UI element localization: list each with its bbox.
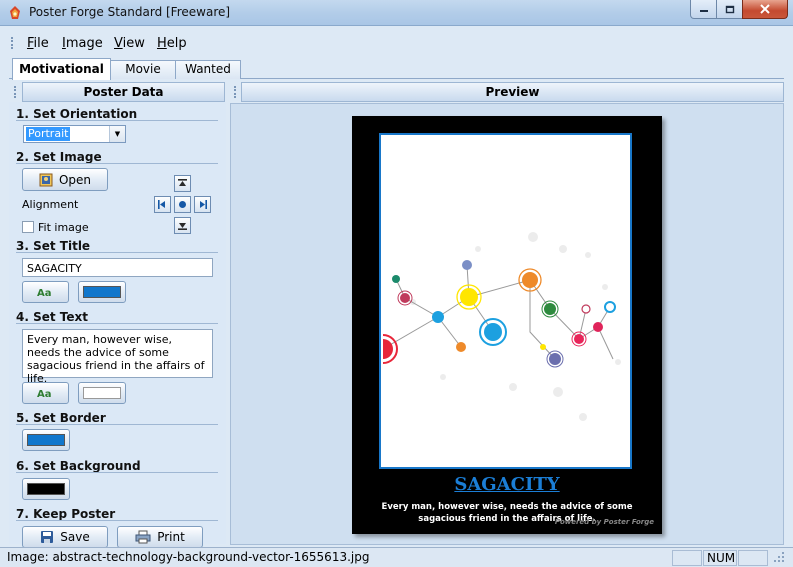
border-color-swatch xyxy=(27,434,65,446)
menu-grip[interactable] xyxy=(11,37,13,49)
text-input[interactable]: Every man, however wise, needs the advic… xyxy=(22,329,213,385)
resize-grip-icon xyxy=(774,552,784,562)
divider xyxy=(16,120,218,121)
poster-border xyxy=(379,133,632,469)
poster-data-grip[interactable] xyxy=(14,86,16,98)
print-button[interactable]: Print xyxy=(117,526,203,548)
poster: SAGACITY Every man, however wise, needs … xyxy=(352,116,662,534)
svg-text:Aa: Aa xyxy=(37,288,52,298)
window-title: Poster Forge Standard [Freeware] xyxy=(29,5,231,19)
divider xyxy=(16,520,218,521)
save-icon xyxy=(41,531,54,543)
font-icon: Aa xyxy=(37,288,52,298)
background-color-swatch xyxy=(27,483,65,495)
tab-motivational[interactable]: Motivational xyxy=(12,58,111,80)
font-icon: Aa xyxy=(37,389,52,399)
poster-title: SAGACITY xyxy=(454,474,560,495)
resize-grip[interactable] xyxy=(769,550,789,566)
align-top-button[interactable] xyxy=(174,175,191,192)
background-title: 6. Set Background xyxy=(16,459,141,473)
title-color-button[interactable] xyxy=(78,281,126,303)
chevron-down-icon[interactable]: ▼ xyxy=(109,126,125,142)
printer-icon xyxy=(135,530,151,544)
background-color-button[interactable] xyxy=(22,478,70,500)
menu-help[interactable]: Help xyxy=(157,36,187,51)
divider xyxy=(16,424,218,425)
menu-file[interactable]: File xyxy=(27,36,49,51)
divider xyxy=(16,323,218,324)
svg-text:Aa: Aa xyxy=(37,389,52,399)
border-color-button[interactable] xyxy=(22,429,70,451)
title-color-swatch xyxy=(83,286,121,298)
align-center-icon xyxy=(179,201,186,208)
menu-bar: File Image View Help xyxy=(0,27,793,58)
status-image: Image: abstract-technology-background-ve… xyxy=(7,550,370,564)
divider xyxy=(16,163,218,164)
text-font-button[interactable]: Aa xyxy=(22,382,69,404)
text-section-title: 4. Set Text xyxy=(16,310,88,324)
align-top-icon xyxy=(178,179,187,186)
network-graphic xyxy=(383,232,621,421)
align-left-icon xyxy=(158,200,165,209)
poster-data-header: Poster Data xyxy=(22,82,225,102)
image-title: 2. Set Image xyxy=(16,150,102,164)
border-title: 5. Set Border xyxy=(16,411,106,425)
minimize-icon xyxy=(699,10,708,12)
minimize-button[interactable] xyxy=(690,0,717,19)
menu-image[interactable]: Image xyxy=(62,36,103,51)
alignment-label: Alignment xyxy=(22,198,79,211)
preview-panel: SAGACITY Every man, however wise, needs … xyxy=(230,103,784,545)
title-input[interactable]: SAGACITY xyxy=(22,258,213,277)
picture-icon xyxy=(39,173,53,186)
align-bottom-icon xyxy=(178,223,187,230)
text-color-swatch xyxy=(83,387,121,399)
divider xyxy=(16,472,218,473)
status-pane-empty-1 xyxy=(672,550,702,566)
align-bottom-button[interactable] xyxy=(174,217,191,234)
poster-image xyxy=(383,137,628,465)
keep-title: 7. Keep Poster xyxy=(16,507,116,521)
menu-view[interactable]: View xyxy=(114,36,145,51)
poster-data-panel: 1. Set Orientation Portrait ▼ 2. Set Ima… xyxy=(9,102,226,548)
maximize-button[interactable] xyxy=(716,0,743,19)
close-icon xyxy=(760,4,770,14)
orientation-title: 1. Set Orientation xyxy=(16,107,138,121)
open-label: Open xyxy=(58,172,92,187)
orientation-value: Portrait xyxy=(26,127,71,141)
tab-movie[interactable]: Movie xyxy=(110,60,176,79)
tab-wanted[interactable]: Wanted xyxy=(175,60,241,79)
title-bar: Poster Forge Standard [Freeware] xyxy=(0,0,793,26)
orientation-select[interactable]: Portrait ▼ xyxy=(23,125,126,143)
align-left-button[interactable] xyxy=(154,196,171,213)
align-center-button[interactable] xyxy=(174,196,191,213)
maximize-icon xyxy=(725,5,734,13)
preview-grip[interactable] xyxy=(234,86,236,98)
status-bar: Image: abstract-technology-background-ve… xyxy=(0,547,793,567)
open-button[interactable]: Open xyxy=(22,168,108,191)
tab-strip: Motivational Movie Wanted xyxy=(9,58,784,80)
poster-brand: Powered by Poster Forge xyxy=(554,518,654,526)
preview-header: Preview xyxy=(241,82,784,102)
fit-image-checkbox[interactable] xyxy=(22,221,34,233)
print-label: Print xyxy=(157,530,185,544)
app-icon xyxy=(10,6,20,19)
close-button[interactable] xyxy=(742,0,788,19)
status-pane-empty-2 xyxy=(738,550,768,566)
text-color-button[interactable] xyxy=(78,382,126,404)
align-right-icon xyxy=(200,200,207,209)
fit-image-label: Fit image xyxy=(38,221,89,234)
align-right-button[interactable] xyxy=(194,196,211,213)
save-button[interactable]: Save xyxy=(22,526,108,548)
title-font-button[interactable]: Aa xyxy=(22,281,69,303)
title-section-title: 3. Set Title xyxy=(16,239,91,253)
status-num: NUM xyxy=(703,550,737,566)
divider xyxy=(16,252,218,253)
save-label: Save xyxy=(60,530,90,544)
